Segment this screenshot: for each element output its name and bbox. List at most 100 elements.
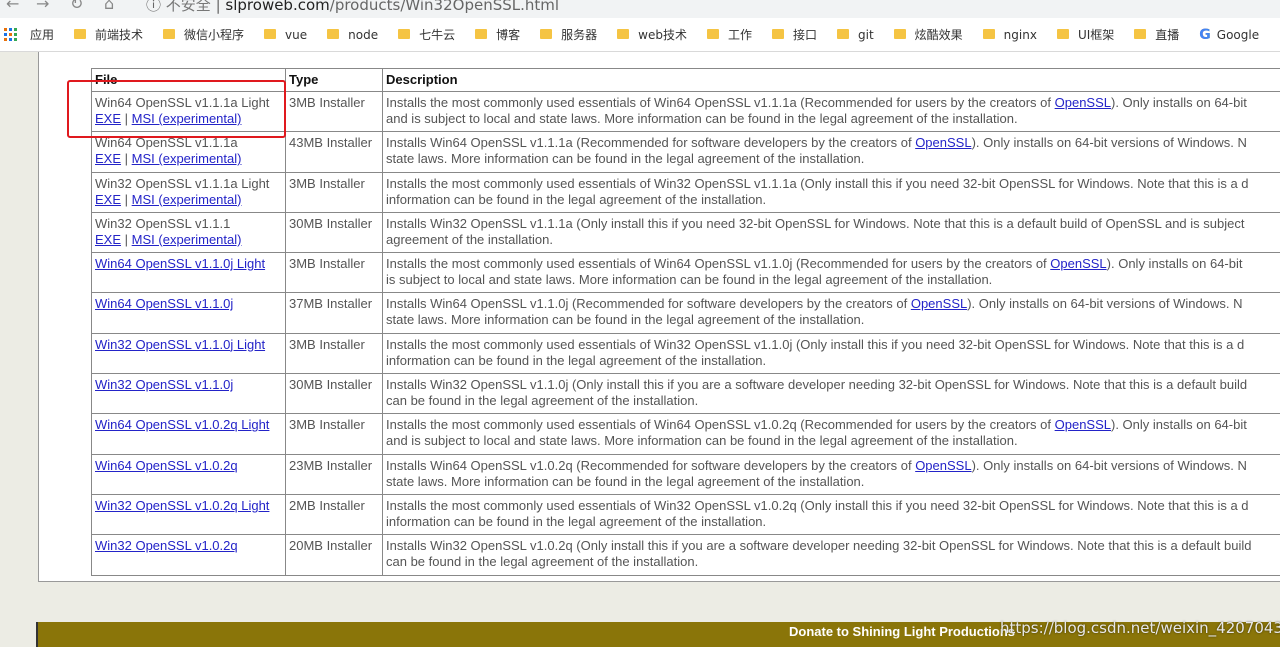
- file-download-link[interactable]: Win32 OpenSSL v1.1.0j Light: [95, 337, 265, 352]
- openssl-link[interactable]: OpenSSL: [1050, 256, 1106, 271]
- description-text-line2: can be found in the legal agreement of t…: [386, 554, 699, 570]
- folder-icon: [74, 28, 87, 39]
- description-text: Installs the most commonly used essentia…: [386, 497, 1249, 513]
- page: File Type Description Win64 OpenSSL v1.1…: [0, 52, 1280, 647]
- description-text-line2: can be found in the legal agreement of t…: [386, 393, 699, 409]
- description-text-line2: agreement of the installation.: [386, 231, 553, 247]
- openssl-link[interactable]: OpenSSL: [915, 135, 971, 150]
- type-cell: 3MB Installer: [285, 332, 383, 375]
- file-download-link[interactable]: Win64 OpenSSL v1.0.2q: [95, 458, 238, 473]
- description-cell: Installs the most commonly used essentia…: [382, 171, 1280, 213]
- table-row: Win64 OpenSSL v1.0.2q 23MB Installer Insta…: [91, 453, 1280, 495]
- description-cell: Installs Win64 OpenSSL v1.0.2q (Recommen…: [382, 453, 1280, 495]
- table-row: Win64 OpenSSL v1.1.1a Light EXE | MSI (ex…: [91, 90, 1280, 133]
- bookmark-item[interactable]: git: [837, 28, 874, 42]
- home-icon[interactable]: ⌂: [104, 0, 114, 13]
- url-host: slproweb.com: [225, 0, 330, 14]
- openssl-link[interactable]: OpenSSL: [1055, 95, 1111, 110]
- bookmark-label: git: [858, 27, 874, 42]
- bookmark-label: vue: [285, 27, 308, 42]
- file-name: Win32 OpenSSL v1.1.1: [95, 215, 231, 231]
- bookmark-item[interactable]: 直播: [1134, 26, 1179, 43]
- content-panel: File Type Description Win64 OpenSSL v1.1…: [38, 52, 1280, 582]
- exe-download-link[interactable]: EXE: [95, 192, 121, 207]
- bookmark-item[interactable]: 应用: [4, 26, 54, 43]
- table-row: Win64 OpenSSL v1.1.1a EXE | MSI (experime…: [91, 131, 1280, 173]
- description-cell: Installs Win32 OpenSSL v1.0.2q (Only ins…: [382, 534, 1280, 576]
- table-row: Win64 OpenSSL v1.0.2q Light 3MB Installer…: [91, 413, 1280, 455]
- security-label[interactable]: 不安全: [166, 0, 211, 14]
- bookmark-item[interactable]: web技术: [617, 26, 687, 43]
- description-cell: Installs the most commonly used essentia…: [382, 90, 1280, 133]
- type-cell: 30MB Installer: [285, 211, 383, 254]
- file-download-link[interactable]: Win64 OpenSSL v1.1.0j Light: [95, 256, 265, 271]
- table-row: Win64 OpenSSL v1.1.0j 37MB Installer Insta…: [91, 292, 1280, 334]
- folder-icon: [893, 28, 906, 39]
- msi-download-link[interactable]: MSI (experimental): [132, 111, 242, 126]
- file-download-link[interactable]: Win32 OpenSSL v1.1.0j: [95, 377, 233, 392]
- bookmark-item[interactable]: 工作: [706, 26, 752, 43]
- file-name: Win32 OpenSSL v1.1.1a Light: [95, 175, 270, 191]
- folder-icon: [617, 28, 630, 39]
- description-text: ). Only installs on 64-bit versions of W…: [971, 457, 1247, 473]
- file-download-link[interactable]: Win32 OpenSSL v1.0.2q: [95, 538, 238, 553]
- folder-icon: [398, 28, 411, 39]
- openssl-link[interactable]: OpenSSL: [915, 458, 971, 473]
- bookmark-label: 工作: [727, 28, 752, 42]
- info-icon[interactable]: ⓘ: [146, 0, 161, 14]
- bookmark-label: node: [348, 27, 379, 42]
- description-cell: Installs Win32 OpenSSL v1.1.0j (Only ins…: [382, 373, 1280, 415]
- bookmark-item[interactable]: 前端技术: [74, 26, 143, 43]
- folder-icon: [982, 28, 995, 39]
- table-header-row: File Type Description: [91, 68, 1280, 92]
- bookmark-item[interactable]: 接口: [771, 26, 817, 43]
- bookmark-item[interactable]: 博客: [475, 26, 520, 43]
- bookmark-item[interactable]: UI框架: [1056, 26, 1114, 43]
- exe-download-link[interactable]: EXE: [95, 111, 121, 126]
- bookmark-item[interactable]: nginx: [982, 28, 1037, 42]
- file-cell: Win32 OpenSSL v1.1.1a Light EXE | MSI (ex…: [91, 171, 286, 213]
- bookmark-item[interactable]: vue: [264, 28, 307, 42]
- bookmark-item[interactable]: 炫酷效果: [893, 26, 963, 43]
- bookmark-item[interactable]: 服务器: [540, 26, 597, 43]
- separator: |: [124, 151, 129, 167]
- openssl-link[interactable]: OpenSSL: [911, 296, 967, 311]
- folder-icon: [327, 28, 340, 39]
- file-name: Win64 OpenSSL v1.1.1a: [95, 135, 238, 151]
- bookmark-label: 服务器: [561, 28, 598, 42]
- msi-download-link[interactable]: MSI (experimental): [132, 192, 242, 207]
- bookmark-label: 炫酷效果: [914, 28, 963, 42]
- folder-icon: [1056, 28, 1069, 39]
- exe-download-link[interactable]: EXE: [95, 232, 121, 247]
- msi-download-link[interactable]: MSI (experimental): [132, 151, 242, 166]
- bookmarks-bar: 应用 前端技术 微信小程序 vue node 七牛云 博客 服务器 web技术 工作 接口 git 炫酷…: [0, 18, 1280, 52]
- description-text: Installs the most commonly used essentia…: [386, 95, 1055, 110]
- separator: |: [124, 191, 129, 207]
- table-row: Win64 OpenSSL v1.1.0j Light 3MB Installer…: [91, 252, 1280, 294]
- description-text: ). Only installs on 64-bit versions of W…: [971, 135, 1247, 151]
- reload-icon[interactable]: ↻: [70, 0, 83, 13]
- description-text: ). Only installs on 64-bit: [1111, 95, 1247, 110]
- forward-arrow-icon[interactable]: →: [36, 0, 49, 13]
- bookmark-item[interactable]: G Google: [1199, 27, 1259, 43]
- description-text: Installs the most commonly used essentia…: [386, 417, 1055, 433]
- separator: |: [124, 111, 129, 126]
- description-text: Installs Win32 OpenSSL v1.1.0j (Only ins…: [386, 377, 1248, 393]
- back-arrow-icon[interactable]: ←: [6, 0, 19, 13]
- file-download-link[interactable]: Win64 OpenSSL v1.0.2q Light: [95, 417, 269, 432]
- openssl-link[interactable]: OpenSSL: [1055, 417, 1111, 432]
- donate-link[interactable]: Donate to Shining Light Productions: [789, 624, 1015, 639]
- url-field[interactable]: ⓘ 不安全 | slproweb.com/products/Win32OpenS…: [146, 0, 559, 15]
- file-download-link[interactable]: Win64 OpenSSL v1.1.0j: [95, 296, 233, 311]
- description-text: Installs Win32 OpenSSL v1.1.1a (Only ins…: [386, 215, 1245, 231]
- file-download-link[interactable]: Win32 OpenSSL v1.0.2q Light: [95, 498, 269, 513]
- bookmark-item[interactable]: node: [327, 28, 378, 42]
- bookmark-item[interactable]: 七牛云: [398, 26, 455, 43]
- table-row: Win32 OpenSSL v1.0.2q 20MB Installer Insta…: [91, 534, 1280, 576]
- file-cell: Win64 OpenSSL v1.1.0j Light: [91, 252, 286, 294]
- exe-download-link[interactable]: EXE: [95, 151, 121, 166]
- table-row: Win32 OpenSSL v1.1.1 EXE | MSI (experimen…: [91, 211, 1280, 254]
- msi-download-link[interactable]: MSI (experimental): [132, 232, 242, 247]
- type-cell: 3MB Installer: [285, 171, 383, 213]
- bookmark-item[interactable]: 微信小程序: [163, 26, 244, 43]
